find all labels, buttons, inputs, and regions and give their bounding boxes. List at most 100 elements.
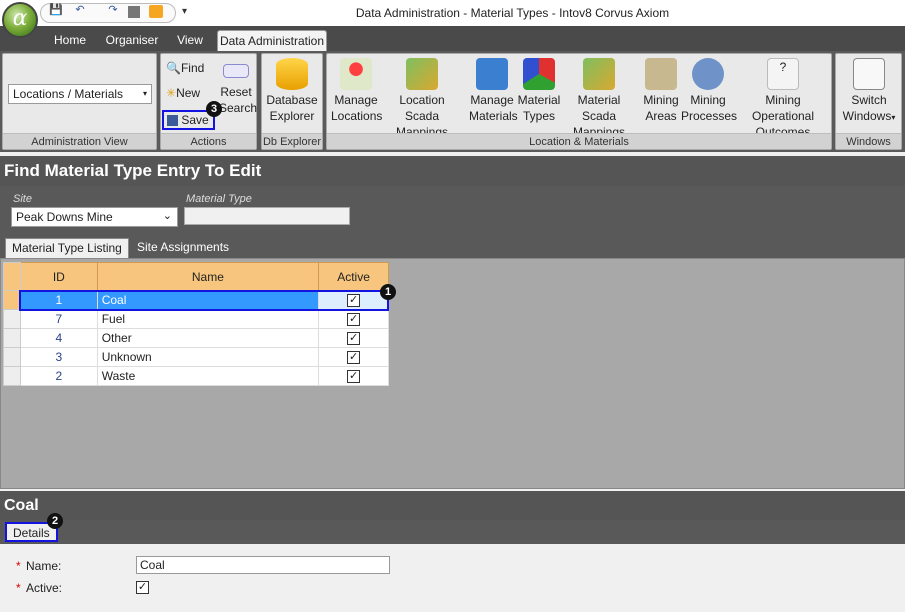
mining-processes-button[interactable]: Mining Processes [681, 58, 738, 124]
column-header-id[interactable]: ID [19, 262, 98, 291]
mining-operational-outcomes-button[interactable]: ? Mining Operational Outcomes [737, 58, 829, 140]
table-row[interactable]: 2 Waste ✓ [3, 366, 389, 386]
callout-3: 3 [206, 101, 222, 117]
active-checkbox[interactable]: ✓ [347, 351, 361, 365]
cell-name: Waste [96, 366, 320, 386]
group-windows: Switch Windows▾ Windows [835, 53, 902, 150]
reset-search-button[interactable]: Reset Search [219, 64, 257, 116]
button-label-line1: Manage [470, 93, 514, 107]
tab-view[interactable]: View [170, 30, 210, 51]
database-icon [276, 58, 308, 90]
gears-icon [692, 58, 724, 90]
column-header-active[interactable]: Active [318, 262, 389, 291]
name-input[interactable]: Coal [136, 556, 390, 574]
expand-arrows-icon [476, 58, 508, 90]
app-logo-icon[interactable]: α [2, 2, 38, 38]
material-type-input[interactable] [184, 207, 350, 225]
row-selector[interactable] [3, 290, 21, 310]
group-label-actions: Actions [161, 133, 256, 149]
table-row[interactable]: 7 Fuel ✓ [3, 309, 389, 329]
group-administration-view: Locations / Materials ▾ Administration V… [2, 53, 157, 150]
group-label-windows: Windows [836, 133, 901, 149]
required-marker: * [16, 581, 21, 595]
active-checkbox[interactable]: ✓ [347, 370, 361, 384]
column-header-name[interactable]: Name [96, 262, 320, 291]
windows-tiles-icon [853, 58, 885, 90]
switch-windows-button[interactable]: Switch Windows▾ [838, 58, 900, 126]
new-label: New [176, 86, 201, 100]
chevron-down-icon: ⌄ [162, 210, 172, 222]
floppy-disk-icon [167, 115, 178, 127]
outcomes-question-icon: ? [767, 58, 799, 90]
tab-organiser[interactable]: Organiser [102, 30, 162, 51]
button-label-line2: Processes [681, 109, 738, 123]
site-select[interactable]: Peak Downs Mine ⌄ [11, 207, 178, 227]
administration-view-value: Locations / Materials [13, 87, 124, 101]
button-label-line1: Location Scada [399, 93, 445, 123]
active-label: Active: [26, 581, 63, 595]
reset-search-icon [223, 64, 249, 78]
explorer-label: Explorer [269, 109, 315, 123]
database-label: Database [266, 93, 318, 107]
site-label: Site [13, 193, 32, 205]
callout-1: 1 [380, 284, 396, 300]
mining-areas-button[interactable]: Mining Areas [641, 58, 681, 124]
row-selector[interactable] [3, 328, 21, 348]
table-row[interactable]: 3 Unknown ✓ [3, 347, 389, 367]
find-button[interactable]: 🔍Find [166, 60, 204, 78]
cell-id: 4 [19, 328, 98, 348]
cell-active: ✓ [318, 328, 389, 348]
manage-materials-button[interactable]: Manage Materials [469, 58, 518, 124]
tab-material-type-listing[interactable]: Material Type Listing [5, 238, 129, 258]
required-marker: * [16, 559, 21, 573]
new-button[interactable]: ✳New [166, 85, 200, 103]
reset-label: Reset [220, 85, 252, 99]
cell-id: 3 [19, 347, 98, 367]
manage-locations-button[interactable]: Manage Locations [331, 58, 382, 124]
material-scada-mappings-button[interactable]: Material Scada Mappings [561, 58, 637, 140]
chevron-down-icon: ▾ [891, 113, 896, 122]
table-row[interactable]: 4 Other ✓ [3, 328, 389, 348]
window-title: Data Administration - Material Types - I… [355, 6, 670, 20]
scada-mapping-icon [406, 58, 438, 90]
windows-label: Windows [842, 109, 892, 123]
row-selector[interactable] [3, 366, 21, 386]
location-scada-mappings-button[interactable]: Location Scada Mappings [383, 58, 461, 140]
button-label-line2: Types [522, 109, 555, 123]
tab-site-assignments[interactable]: Site Assignments [131, 238, 235, 258]
button-label-line1: Mining Operational [751, 93, 815, 123]
cell-name: Unknown [96, 347, 320, 367]
database-explorer-button[interactable]: Database Explorer [264, 58, 320, 124]
site-select-value: Peak Downs Mine [16, 210, 113, 224]
row-selector[interactable] [3, 309, 21, 329]
detail-body [0, 544, 905, 612]
magnifier-icon: 🔍 [166, 61, 181, 75]
button-label-line2: Areas [645, 109, 677, 123]
scada-mapping-icon [583, 58, 615, 90]
detail-section-title: Coal [4, 497, 39, 514]
material-types-button[interactable]: Material Types [517, 58, 561, 124]
cell-active: ✓ [318, 347, 389, 367]
material-type-label: Material Type [186, 193, 252, 205]
group-label-db-explorer: Db Explorer [262, 133, 322, 149]
administration-view-select[interactable]: Locations / Materials ▾ [8, 84, 152, 104]
find-label: Find [180, 61, 205, 75]
button-label-line1: Material Scada [577, 93, 621, 123]
active-checkbox-detail[interactable]: ✓ [136, 581, 149, 594]
chevron-down-icon: ▾ [142, 89, 147, 98]
tab-data-administration[interactable]: Data Administration [217, 30, 327, 51]
active-checkbox[interactable]: ✓ [347, 332, 361, 346]
area-map-icon [645, 58, 677, 90]
find-section-title: Find Material Type Entry To Edit [4, 161, 262, 180]
name-label: Name: [26, 559, 62, 573]
row-selector[interactable] [3, 347, 21, 367]
cell-name: Fuel [96, 309, 320, 329]
button-label-line1: Mining [643, 93, 679, 107]
search-label: Search [219, 101, 258, 115]
cell-name: Other [96, 328, 320, 348]
active-checkbox[interactable]: ✓ [347, 313, 361, 327]
cell-active: ✓ [318, 366, 389, 386]
tab-home[interactable]: Home [50, 30, 90, 51]
group-label-location-materials: Location & Materials [327, 133, 831, 149]
callout-2: 2 [47, 513, 63, 529]
